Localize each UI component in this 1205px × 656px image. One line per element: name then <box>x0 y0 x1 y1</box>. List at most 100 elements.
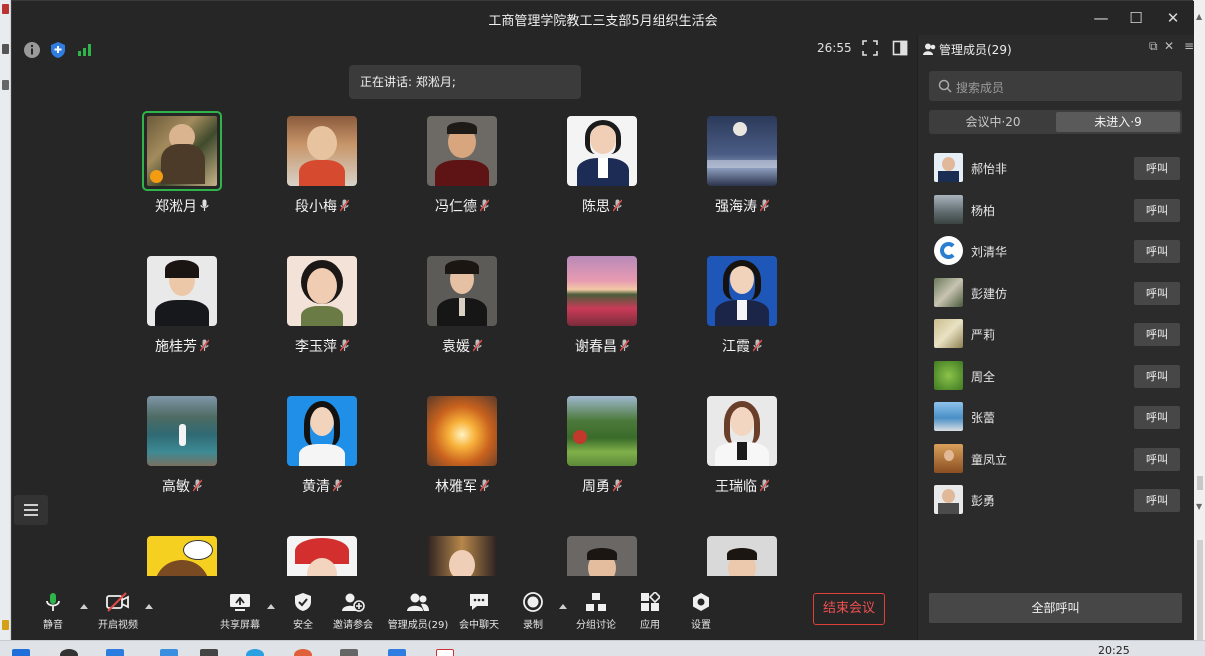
participant-tile[interactable]: 高敏 <box>122 381 242 496</box>
record-button[interactable]: 录制 <box>520 586 546 641</box>
calendar-icon[interactable] <box>106 649 124 656</box>
participant-tile[interactable]: 冯仁德 <box>402 101 522 216</box>
participant-tile[interactable]: 黄清 <box>262 381 382 496</box>
member-tabs: 会议中·20 未进入·9 <box>929 110 1182 134</box>
start-icon[interactable] <box>12 649 30 656</box>
mic-muted-icon <box>333 479 342 492</box>
participant-name: 林雅军 <box>402 476 522 496</box>
close-panel-icon[interactable]: ✕ <box>1164 39 1174 53</box>
invite-button[interactable]: 邀请参会 <box>331 586 375 641</box>
app-icon[interactable] <box>436 649 454 656</box>
participant-tile[interactable] <box>542 521 662 576</box>
participant-avatar <box>287 256 357 326</box>
participant-tile[interactable]: 段小梅 <box>262 101 382 216</box>
mute-options-arrow[interactable] <box>80 604 88 609</box>
breakout-icon <box>586 593 606 611</box>
call-button[interactable]: 呼叫 <box>1134 323 1180 346</box>
meeting-app-icon[interactable] <box>388 649 406 656</box>
mic-muted-icon <box>613 199 622 212</box>
security-button[interactable]: 安全 <box>288 586 318 641</box>
layout-icon[interactable] <box>891 40 909 58</box>
microphone-icon <box>46 593 60 611</box>
participant-avatar <box>427 396 497 466</box>
participant-avatar <box>147 536 217 576</box>
close-button[interactable]: ✕ <box>1158 7 1188 29</box>
popout-icon[interactable]: ⧉ <box>1149 39 1158 54</box>
info-icon[interactable] <box>23 41 41 59</box>
panel-menu-icon[interactable]: ≡ <box>1184 39 1194 53</box>
participant-list-toggle-button[interactable] <box>14 495 48 525</box>
participant-name: 段小梅 <box>262 196 382 216</box>
share-screen-icon <box>230 594 250 611</box>
participant-tile[interactable] <box>262 521 382 576</box>
app-icon[interactable] <box>160 649 178 656</box>
list-item: 刘清华 呼叫 <box>918 228 1195 269</box>
apps-icon <box>641 592 660 611</box>
participant-tile[interactable]: 江霞 <box>682 241 802 356</box>
participant-tile[interactable]: 郑淞月 <box>122 101 242 216</box>
member-name: 张蕾 <box>971 411 996 425</box>
chat-button[interactable]: 会中聊天 <box>457 586 501 641</box>
end-meeting-button[interactable]: 结束会议 <box>813 593 885 625</box>
participant-avatar <box>147 396 217 466</box>
mic-muted-icon <box>473 339 482 352</box>
search-icon[interactable] <box>60 649 78 656</box>
minimize-button[interactable]: — <box>1086 7 1116 29</box>
participant-avatar <box>707 256 777 326</box>
participant-tile[interactable]: 谢春昌 <box>542 241 662 356</box>
fullscreen-icon[interactable] <box>861 40 879 58</box>
call-button[interactable]: 呼叫 <box>1134 406 1180 429</box>
app-icon[interactable] <box>200 649 218 656</box>
call-button[interactable]: 呼叫 <box>1134 199 1180 222</box>
participant-tile[interactable]: 强海涛 <box>682 101 802 216</box>
member-avatar <box>934 319 963 348</box>
call-button[interactable]: 呼叫 <box>1134 448 1180 471</box>
video-options-arrow[interactable] <box>145 604 153 609</box>
browser-icon[interactable] <box>246 649 264 656</box>
tab-in-meeting[interactable]: 会议中·20 <box>931 112 1055 132</box>
participant-avatar <box>147 256 217 326</box>
member-name: 严莉 <box>971 328 996 342</box>
title-bar: 工商管理学院教工三支部5月组织生活会 — ☐ ✕ <box>12 1 1194 35</box>
manage-members-button[interactable]: 管理成员(29) <box>386 586 450 641</box>
app-icon[interactable] <box>340 649 358 656</box>
mic-muted-icon <box>753 339 762 352</box>
mic-muted-icon <box>480 199 489 212</box>
call-button[interactable]: 呼叫 <box>1134 157 1180 180</box>
participant-tile[interactable] <box>682 521 802 576</box>
list-item: 彭建仿 呼叫 <box>918 270 1195 311</box>
record-options-arrow[interactable] <box>559 604 567 609</box>
call-button[interactable]: 呼叫 <box>1134 365 1180 388</box>
participant-tile[interactable]: 王瑞临 <box>682 381 802 496</box>
tab-not-joined[interactable]: 未进入·9 <box>1056 112 1180 132</box>
participant-name: 周勇 <box>542 476 662 496</box>
shield-icon[interactable] <box>49 41 67 59</box>
share-screen-button[interactable]: 共享屏幕 <box>218 586 262 641</box>
app-icon[interactable] <box>294 649 312 656</box>
participant-tile[interactable]: 袁媛 <box>402 241 522 356</box>
participant-tile[interactable]: 陈思 <box>542 101 662 216</box>
add-user-icon <box>342 593 365 612</box>
call-button[interactable]: 呼叫 <box>1134 240 1180 263</box>
participant-tile[interactable] <box>402 521 522 576</box>
participant-tile[interactable]: 李玉萍 <box>262 241 382 356</box>
call-all-button[interactable]: 全部呼叫 <box>929 593 1182 623</box>
breakout-button[interactable]: 分组讨论 <box>574 586 618 641</box>
microphone-icon <box>200 199 209 211</box>
mute-button[interactable]: 静音 <box>36 586 70 641</box>
participant-grid: 郑淞月 段小梅 冯仁德 陈思 强海涛 施桂芳 李玉萍 袁媛 谢春昌 江霞 高敏 … <box>12 101 917 576</box>
share-options-arrow[interactable] <box>267 604 275 609</box>
maximize-button[interactable]: ☐ <box>1121 7 1151 29</box>
participant-tile[interactable]: 林雅军 <box>402 381 522 496</box>
participant-avatar <box>427 256 497 326</box>
list-item: 彭勇 呼叫 <box>918 477 1195 518</box>
call-button[interactable]: 呼叫 <box>1134 282 1180 305</box>
settings-button[interactable]: 设置 <box>687 586 715 641</box>
apps-button[interactable]: 应用 <box>636 586 664 641</box>
video-button[interactable]: 开启视频 <box>96 586 140 641</box>
participant-tile[interactable]: 周勇 <box>542 381 662 496</box>
call-button[interactable]: 呼叫 <box>1134 489 1180 512</box>
participant-tile[interactable] <box>122 521 242 576</box>
participant-tile[interactable]: 施桂芳 <box>122 241 242 356</box>
member-search-input[interactable]: 搜索成员 <box>929 71 1182 101</box>
